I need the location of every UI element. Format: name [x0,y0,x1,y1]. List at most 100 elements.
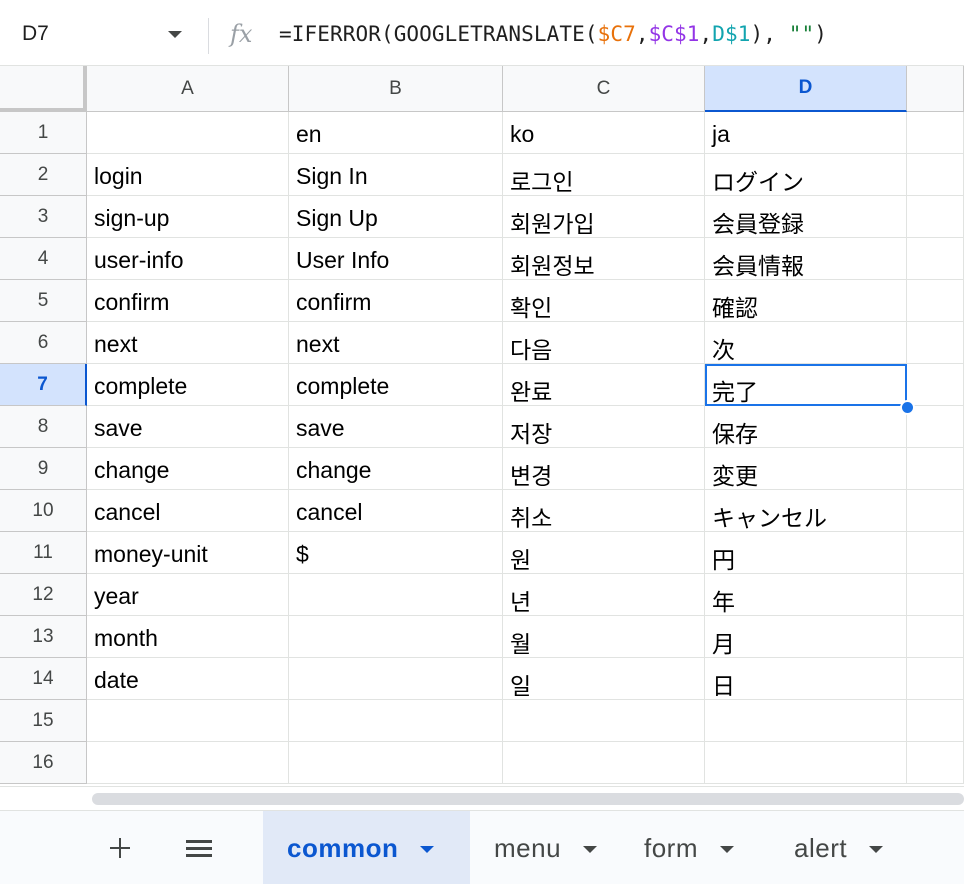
cell-e3[interactable] [907,196,964,238]
cell-d16[interactable] [705,742,907,784]
row-header-16[interactable]: 16 [0,742,87,784]
cell-a13[interactable]: month [87,616,289,658]
cell-c11[interactable]: 원 [503,532,705,574]
row-header-3[interactable]: 3 [0,196,87,238]
plus-icon[interactable] [104,833,134,863]
column-header-e[interactable] [907,66,964,112]
row-header-13[interactable]: 13 [0,616,87,658]
cell-c1[interactable]: ko [503,112,705,154]
cell-b15[interactable] [289,700,503,742]
column-header-a[interactable]: A [87,66,289,112]
cell-e7[interactable] [907,364,964,406]
row-header-4[interactable]: 4 [0,238,87,280]
row-header-6[interactable]: 6 [0,322,87,364]
cell-c9[interactable]: 변경 [503,448,705,490]
select-all-corner[interactable] [0,66,87,112]
cell-e13[interactable] [907,616,964,658]
row-header-12[interactable]: 12 [0,574,87,616]
cell-a7[interactable]: complete [87,364,289,406]
cell-d15[interactable] [705,700,907,742]
cell-c12[interactable]: 년 [503,574,705,616]
hamburger-list-icon[interactable] [184,838,214,860]
cell-d11[interactable]: 円 [705,532,907,574]
row-header-2[interactable]: 2 [0,154,87,196]
row-header-1[interactable]: 1 [0,112,87,154]
cell-e6[interactable] [907,322,964,364]
cell-e16[interactable] [907,742,964,784]
cell-a8[interactable]: save [87,406,289,448]
cell-b14[interactable] [289,658,503,700]
cell-d4[interactable]: 会員情報 [705,238,907,280]
cell-e5[interactable] [907,280,964,322]
cell-d10[interactable]: キャンセル [705,490,907,532]
column-header-b[interactable]: B [289,66,503,112]
cell-b11[interactable]: $ [289,532,503,574]
cell-a6[interactable]: next [87,322,289,364]
cell-c10[interactable]: 취소 [503,490,705,532]
cell-b2[interactable]: Sign In [289,154,503,196]
cell-d5[interactable]: 確認 [705,280,907,322]
formula-input[interactable]: =IFERROR(GOOGLETRANSLATE($C7,$C$1,D$1), … [279,22,827,46]
cell-d6[interactable]: 次 [705,322,907,364]
name-box[interactable]: D7 [22,22,49,46]
cell-e14[interactable] [907,658,964,700]
cell-d12[interactable]: 年 [705,574,907,616]
cell-c2[interactable]: 로그인 [503,154,705,196]
cell-a4[interactable]: user-info [87,238,289,280]
cell-b8[interactable]: save [289,406,503,448]
cell-b16[interactable] [289,742,503,784]
sheet-tab-form[interactable]: form [620,811,770,884]
row-header-7[interactable]: 7 [0,364,87,406]
row-header-11[interactable]: 11 [0,532,87,574]
cell-a2[interactable]: login [87,154,289,196]
cell-c16[interactable] [503,742,705,784]
sheet-tab-common[interactable]: common [263,811,470,884]
row-header-5[interactable]: 5 [0,280,87,322]
cell-e15[interactable] [907,700,964,742]
row-header-8[interactable]: 8 [0,406,87,448]
cell-e8[interactable] [907,406,964,448]
cell-d7[interactable]: 完了 [705,364,907,406]
cell-a5[interactable]: confirm [87,280,289,322]
cell-e2[interactable] [907,154,964,196]
cell-e1[interactable] [907,112,964,154]
fill-handle[interactable] [900,400,915,415]
cell-d9[interactable]: 変更 [705,448,907,490]
cell-a3[interactable]: sign-up [87,196,289,238]
cell-b5[interactable]: confirm [289,280,503,322]
cell-a9[interactable]: change [87,448,289,490]
cell-b1[interactable]: en [289,112,503,154]
cell-b3[interactable]: Sign Up [289,196,503,238]
chevron-down-icon[interactable] [720,845,734,853]
sheet-tab-menu[interactable]: menu [470,811,620,884]
cell-c7[interactable]: 완료 [503,364,705,406]
cell-c15[interactable] [503,700,705,742]
sheet-tab-alert[interactable]: alert [770,811,940,884]
cell-c5[interactable]: 확인 [503,280,705,322]
horizontal-scrollbar[interactable] [0,786,964,810]
horizontal-scrollbar-thumb[interactable] [92,793,964,805]
cell-e9[interactable] [907,448,964,490]
cell-d8[interactable]: 保存 [705,406,907,448]
cell-d3[interactable]: 会員登録 [705,196,907,238]
cell-b7[interactable]: complete [289,364,503,406]
column-header-c[interactable]: C [503,66,705,112]
cell-d1[interactable]: ja [705,112,907,154]
row-header-14[interactable]: 14 [0,658,87,700]
cell-a16[interactable] [87,742,289,784]
cell-c6[interactable]: 다음 [503,322,705,364]
cell-c8[interactable]: 저장 [503,406,705,448]
cell-d14[interactable]: 日 [705,658,907,700]
cell-b10[interactable]: cancel [289,490,503,532]
name-box-dropdown-icon[interactable] [168,31,182,38]
column-header-d[interactable]: D [705,66,907,112]
cell-e10[interactable] [907,490,964,532]
cell-a11[interactable]: money-unit [87,532,289,574]
cell-e11[interactable] [907,532,964,574]
cell-b4[interactable]: User Info [289,238,503,280]
cell-b12[interactable] [289,574,503,616]
cell-a10[interactable]: cancel [87,490,289,532]
cell-a15[interactable] [87,700,289,742]
cell-c14[interactable]: 일 [503,658,705,700]
row-header-9[interactable]: 9 [0,448,87,490]
